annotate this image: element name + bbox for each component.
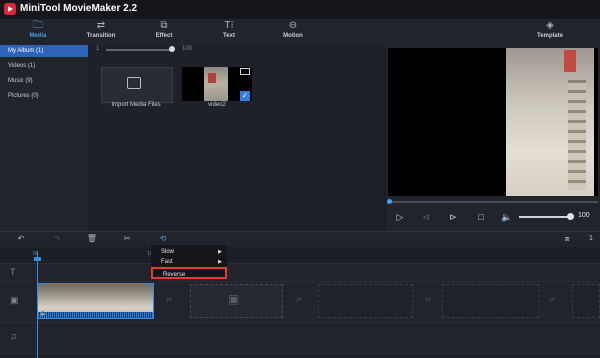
transition-slot-icon[interactable]: ⇄ (166, 296, 176, 304)
menu-item-reverse-label: Reverse (163, 272, 186, 278)
preview-frame-image (506, 48, 594, 196)
redo-icon[interactable]: ↷ (50, 233, 64, 245)
menu-item-fast-label: Fast (161, 259, 173, 265)
play-icon[interactable]: ▷ (393, 211, 407, 223)
undo-icon[interactable]: ↶ (14, 233, 28, 245)
split-icon[interactable]: ✂ (120, 233, 134, 245)
video-thumbnail-image (204, 67, 228, 101)
transition-slot-icon[interactable]: ⇄ (425, 296, 435, 304)
empty-clip-slot[interactable] (442, 284, 539, 318)
tab-template-label: Template (537, 33, 563, 39)
empty-clip-slot[interactable] (572, 284, 600, 318)
video-track-icon: ▣ (10, 295, 19, 305)
import-media-label: Import Media Files (111, 102, 161, 108)
motion-icon: ⊖ (288, 20, 298, 31)
video-selected-checkbox[interactable]: ✓ (240, 91, 250, 101)
zoom-slider-handle[interactable] (169, 46, 175, 52)
transition-slot-icon[interactable]: ⇄ (296, 296, 306, 304)
tab-transition[interactable]: ⇄ Transition (75, 19, 127, 45)
transition-slot-icon[interactable]: ⇄ (549, 296, 559, 304)
tab-media[interactable]: 🗀 Media (12, 19, 64, 45)
sidebar-item-my-album[interactable]: My Album (1) (0, 45, 88, 57)
menu-item-slow[interactable]: Slow ▶ (151, 247, 227, 257)
sidebar-item-music[interactable]: Music (9) (0, 75, 88, 87)
effect-icon: ⧉ (160, 20, 168, 31)
media-category-panel (0, 45, 88, 231)
import-folder-icon (127, 77, 141, 89)
playhead[interactable] (37, 251, 38, 358)
audio-track[interactable] (0, 322, 600, 354)
text-icon: T⁝ (224, 20, 234, 31)
film-icon: ▣ (228, 292, 240, 306)
playback-progress-bar[interactable] (388, 201, 598, 203)
app-logo-icon (4, 3, 16, 15)
timeline-zoom-value: 1 (589, 235, 593, 242)
tab-effect[interactable]: ⧉ Effect (138, 19, 190, 45)
tab-media-label: Media (29, 33, 47, 39)
speed-icon[interactable]: ⟲ (156, 233, 170, 245)
volume-slider[interactable] (519, 216, 569, 218)
tab-transition-label: Transition (86, 33, 116, 39)
app-title: MiniTool MovieMaker 2.2 (20, 3, 138, 14)
volume-slider-handle[interactable] (567, 213, 574, 220)
next-frame-icon[interactable]: ⊳ (446, 211, 460, 223)
stop-icon[interactable]: □ (474, 211, 488, 223)
volume-icon[interactable]: 🔈 (500, 211, 514, 223)
audio-track-icon: ♫ (10, 331, 17, 341)
video-name-label: video2 (208, 102, 226, 108)
submenu-arrow-icon: ▶ (218, 249, 222, 255)
fit-timeline-icon[interactable]: ⧈ (560, 233, 574, 245)
folder-icon: 🗀 (33, 20, 43, 31)
zoom-min-label: 1 (96, 46, 100, 52)
clip-audio-waveform (38, 312, 153, 318)
playback-progress-handle[interactable] (387, 199, 392, 204)
tab-motion[interactable]: ⊖ Motion (267, 19, 319, 45)
menu-item-fast[interactable]: Fast ▶ (151, 257, 227, 267)
text-track-icon: T (10, 267, 16, 277)
clip-volume-icon[interactable]: 🔈 (40, 310, 47, 317)
volume-value: 100 (578, 212, 590, 219)
menu-item-slow-label: Slow (161, 249, 175, 255)
tab-template[interactable]: ◈ Template (524, 19, 576, 45)
zoom-max-label: 100 (182, 46, 193, 52)
submenu-arrow-icon: ▶ (218, 259, 222, 265)
video-type-icon (240, 68, 250, 75)
sidebar-item-pictures[interactable]: Pictures (0) (0, 90, 88, 102)
empty-clip-slot[interactable] (318, 284, 413, 318)
template-icon: ◈ (546, 20, 554, 31)
transition-icon: ⇄ (96, 20, 106, 31)
tab-text-label: Text (223, 33, 235, 39)
tab-effect-label: Effect (155, 33, 173, 39)
menu-item-reverse[interactable]: Reverse (151, 267, 227, 279)
zoom-slider[interactable] (106, 49, 174, 51)
previous-frame-icon[interactable]: ⊲ (419, 211, 433, 223)
text-track[interactable] (0, 263, 600, 281)
delete-icon[interactable]: 🗑 (85, 233, 99, 245)
timeline-ruler[interactable] (0, 247, 600, 263)
sidebar-item-videos[interactable]: Videos (1) (0, 60, 88, 72)
tab-motion-label: Motion (283, 33, 303, 39)
tab-text[interactable]: T⁝ Text (203, 19, 255, 45)
